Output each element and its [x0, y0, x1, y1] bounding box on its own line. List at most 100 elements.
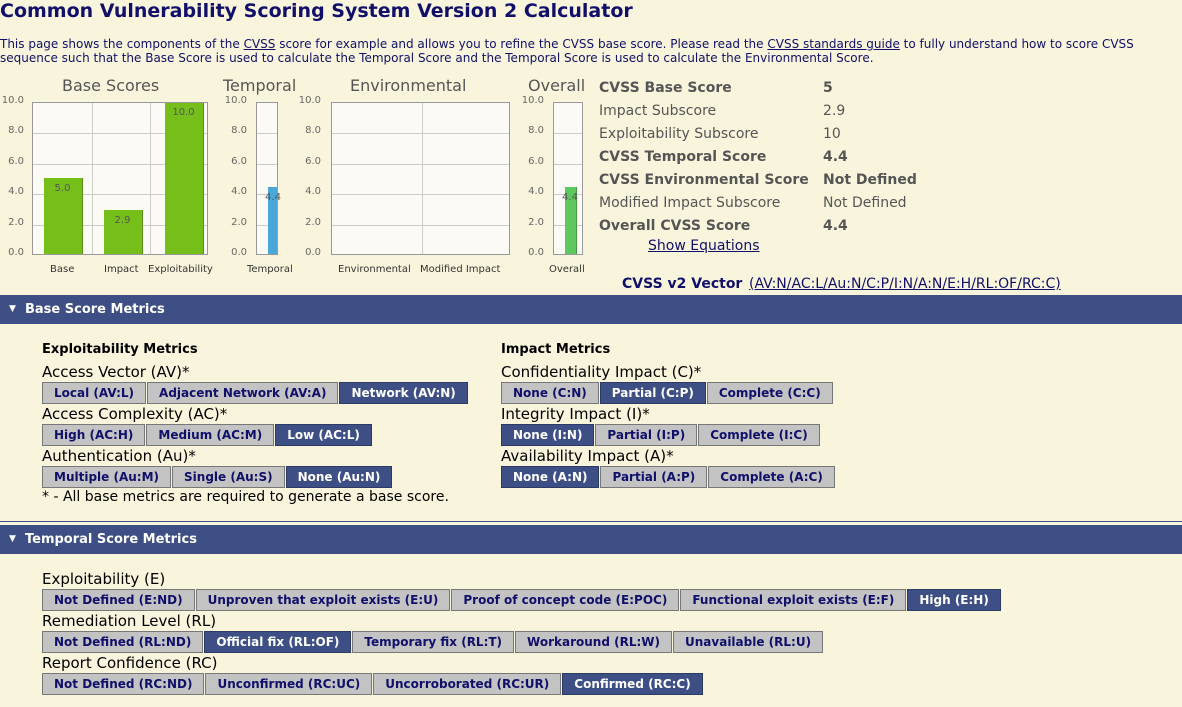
option-confirmed-rc-c[interactable]: Confirmed (RC:C)	[562, 673, 703, 695]
option-none-a-n[interactable]: None (A:N)	[501, 466, 600, 488]
option-partial-i-p[interactable]: Partial (I:P)	[595, 424, 698, 446]
base-bar-value-label: 10.0	[172, 107, 195, 118]
environmental-tick-label: 2.0	[305, 216, 321, 228]
cvss-guide-link[interactable]: CVSS standards guide	[767, 37, 900, 51]
collapse-arrow-icon: ▼	[9, 534, 16, 544]
score-value: 5	[823, 80, 833, 96]
temporal-tick-label: 10.0	[224, 95, 247, 106]
base-tick-label: 4.0	[8, 186, 24, 198]
option-uncorroborated-rc-ur[interactable]: Uncorroborated (RC:UR)	[373, 673, 562, 695]
base-tick-label: 6.0	[8, 155, 24, 167]
option-unproven-that-exploit-exists-e-u[interactable]: Unproven that exploit exists (E:U)	[195, 589, 451, 611]
base-tick-label: 10.0	[1, 95, 24, 106]
base-chart-title: Base Scores	[62, 76, 160, 95]
option-unconfirmed-rc-uc[interactable]: Unconfirmed (RC:UC)	[205, 673, 373, 695]
option-high-e-h[interactable]: High (E:H)	[907, 589, 1001, 611]
score-value: 2.9	[823, 103, 846, 119]
access-vector-av-options: Local (AV:L) Adjacent Network (AV:A) Netwo…	[42, 382, 469, 404]
page-title: Common Vulnerability Scoring System Vers…	[0, 0, 633, 22]
overall-tick-label: 8.0	[528, 125, 544, 137]
environmental-chart-title: Environmental	[350, 76, 467, 95]
overall-tick-label: 2.0	[528, 216, 544, 228]
option-none-au-n[interactable]: None (Au:N)	[285, 466, 393, 488]
base-bar-value-label: 2.9	[114, 214, 131, 226]
option-medium-ac-m[interactable]: Medium (AC:M)	[146, 424, 275, 446]
overall-category-label: Overall	[549, 264, 585, 275]
required-note: * - All base metrics are required to gen…	[42, 489, 449, 505]
option-local-av-l[interactable]: Local (AV:L)	[42, 382, 147, 404]
option-complete-i-c[interactable]: Complete (I:C)	[698, 424, 820, 446]
show-equations-link[interactable]: Show Equations	[648, 238, 760, 254]
option-network-av-n[interactable]: Network (AV:N)	[339, 382, 468, 404]
report-confidence-rc-label: Report Confidence (RC)	[42, 654, 218, 672]
integrity-impact-i-options: None (I:N) Partial (I:P) Complete (I:C)	[501, 424, 821, 446]
availability-impact-a-options: None (A:N) Partial (A:P) Complete (A:C)	[501, 466, 836, 488]
option-complete-a-c[interactable]: Complete (A:C)	[708, 466, 835, 488]
option-complete-c-c[interactable]: Complete (C:C)	[706, 382, 833, 404]
environmental-tick-label: 4.0	[305, 186, 321, 198]
score-value: Not Defined	[823, 195, 907, 211]
base-tick-label: 0.0	[8, 247, 24, 258]
option-unavailable-rl-u[interactable]: Unavailable (RL:U)	[673, 631, 824, 653]
option-not-defined-e-nd[interactable]: Not Defined (E:ND)	[42, 589, 195, 611]
score-label: Impact Subscore	[599, 103, 717, 119]
option-not-defined-rl-nd[interactable]: Not Defined (RL:ND)	[42, 631, 204, 653]
option-multiple-au-m[interactable]: Multiple (Au:M)	[42, 466, 172, 488]
score-label: Modified Impact Subscore	[599, 195, 781, 211]
environmental-tick-label: 0.0	[305, 247, 321, 258]
option-low-ac-l[interactable]: Low (AC:L)	[275, 424, 372, 446]
environmental-vgridline	[422, 103, 423, 254]
option-single-au-s[interactable]: Single (Au:S)	[172, 466, 285, 488]
option-workaround-rl-w[interactable]: Workaround (RL:W)	[515, 631, 673, 653]
option-partial-a-p[interactable]: Partial (A:P)	[600, 466, 708, 488]
vector-link[interactable]: (AV:N/AC:L/Au:N/C:P/I:N/A:N/E:H/RL:OF/RC…	[749, 276, 1061, 292]
access-complexity-ac-label: Access Complexity (AC)*	[42, 405, 228, 423]
environmental-category-label: Environmental	[338, 264, 411, 275]
collapse-arrow-icon: ▼	[9, 304, 16, 314]
environmental-gridline	[332, 133, 509, 135]
base-bar-exploitability	[165, 103, 204, 254]
option-not-defined-rc-nd[interactable]: Not Defined (RC:ND)	[42, 673, 205, 695]
score-label: Overall CVSS Score	[599, 218, 751, 234]
option-partial-c-p[interactable]: Partial (C:P)	[599, 382, 706, 404]
option-none-c-n[interactable]: None (C:N)	[501, 382, 599, 404]
base-category-label: Impact	[104, 264, 139, 275]
overall-bar-value-label: 4.4	[562, 192, 578, 204]
temporal-gridline	[257, 163, 277, 165]
option-functional-exploit-exists-e-f[interactable]: Functional exploit exists (E:F)	[680, 589, 907, 611]
option-proof-of-concept-code-e-poc[interactable]: Proof of concept code (E:POC)	[451, 589, 680, 611]
option-temporary-fix-rl-t[interactable]: Temporary fix (RL:T)	[352, 631, 515, 653]
option-adjacent-network-av-a[interactable]: Adjacent Network (AV:A)	[147, 382, 339, 404]
temporal-tick-label: 2.0	[231, 216, 247, 228]
option-high-ac-h[interactable]: High (AC:H)	[42, 424, 146, 446]
overall-gridline	[554, 163, 582, 165]
score-label: Exploitability Subscore	[599, 126, 759, 142]
option-official-fix-rl-of[interactable]: Official fix (RL:OF)	[204, 631, 352, 653]
overall-gridline	[554, 133, 582, 135]
section-divider	[0, 521, 1182, 522]
score-value: 10	[823, 126, 841, 142]
base-metrics-header-label: Base Score Metrics	[25, 302, 165, 317]
score-label: CVSS Environmental Score	[599, 172, 809, 188]
environmental-gridline	[332, 224, 509, 226]
intro-text-line2: sequence such that the Base Score is use…	[0, 51, 874, 65]
availability-impact-a-label: Availability Impact (A)*	[501, 447, 674, 465]
exploitability-e-options: Not Defined (E:ND) Unproven that exploit …	[42, 589, 1002, 611]
score-value: 4.4	[823, 218, 848, 234]
overall-chart-title: Overall	[528, 76, 586, 95]
base-metrics-header[interactable]: ▼ Base Score Metrics	[0, 295, 1182, 324]
temporal-chart-title: Temporal	[223, 76, 297, 95]
cvss-link[interactable]: CVSS	[244, 37, 276, 51]
overall-tick-label: 0.0	[528, 247, 544, 258]
temporal-metrics-header[interactable]: ▼ Temporal Score Metrics	[0, 525, 1182, 554]
temporal-category-label: Temporal	[247, 264, 293, 275]
overall-tick-label: 6.0	[528, 155, 544, 167]
exploitability-e-label: Exploitability (E)	[42, 570, 166, 588]
overall-tick-label: 10.0	[521, 95, 544, 106]
option-none-i-n[interactable]: None (I:N)	[501, 424, 595, 446]
remediation-level-rl-options: Not Defined (RL:ND) Official fix (RL:OF) T…	[42, 631, 824, 653]
authentication-au-label: Authentication (Au)*	[42, 447, 196, 465]
base-bar-value-label: 5.0	[54, 183, 71, 194]
base-category-label: Base	[50, 264, 75, 275]
intro-text-3: to fully understand how to score CVSS	[899, 37, 1134, 51]
